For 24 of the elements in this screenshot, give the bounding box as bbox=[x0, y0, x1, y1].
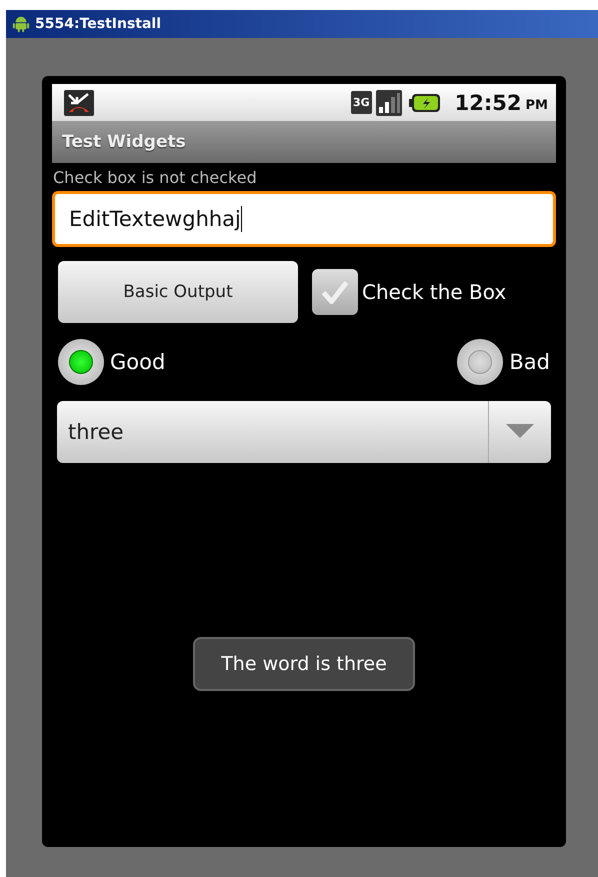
basic-output-button[interactable]: Basic Output bbox=[58, 261, 298, 323]
clock-time: 12:52 bbox=[454, 90, 522, 114]
clock-period: PM bbox=[526, 98, 548, 113]
radio-label: Bad bbox=[509, 350, 550, 374]
checkbox[interactable] bbox=[312, 269, 358, 315]
status-text: Check box is not checked bbox=[52, 167, 258, 189]
radio-button[interactable] bbox=[457, 339, 504, 385]
checkbox-label: Check the Box bbox=[362, 280, 506, 304]
window-title: 5554:TestInstall bbox=[35, 16, 162, 32]
radio-label: Good bbox=[110, 350, 166, 374]
toast-message: The word is three bbox=[193, 637, 415, 691]
battery-charging-icon bbox=[408, 92, 441, 112]
dropdown-spinner[interactable]: three bbox=[57, 401, 551, 463]
network-type-icon: 3G bbox=[350, 91, 372, 114]
dropdown-arrow-icon bbox=[506, 424, 534, 440]
check-mark-icon bbox=[321, 280, 349, 304]
android-icon bbox=[12, 15, 30, 33]
edit-text-field[interactable]: EditTextewghhaj bbox=[52, 191, 556, 247]
edit-text-value: EditTextewghhaj bbox=[69, 207, 241, 231]
app-title: Test Widgets bbox=[62, 132, 186, 152]
missed-call-icon bbox=[64, 90, 94, 116]
signal-icon bbox=[376, 90, 402, 116]
radio-button[interactable] bbox=[58, 339, 104, 385]
dropdown-value: three bbox=[67, 420, 125, 444]
